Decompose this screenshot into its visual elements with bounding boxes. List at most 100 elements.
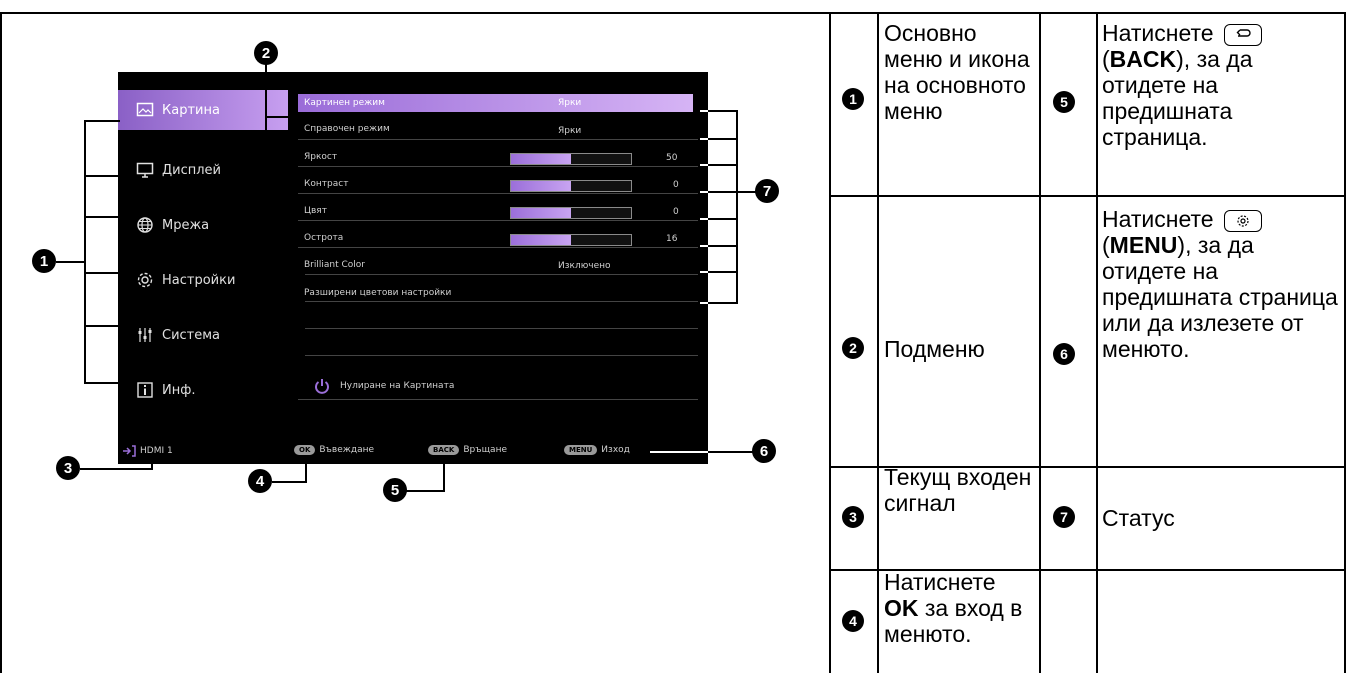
bracket-line: [700, 302, 708, 304]
legend-text-6: Натиснете (MENU), за да отидете на преди…: [1102, 206, 1338, 362]
callout-4: 4: [248, 469, 272, 493]
menu-item-label: Дисплей: [162, 162, 222, 178]
bracket-line: [650, 451, 708, 453]
bracket-line: [305, 458, 307, 483]
submenu-item-reference-mode[interactable]: Справочен режим: [304, 124, 390, 134]
bracket-line: [265, 355, 305, 357]
reset-icon: [315, 379, 329, 394]
bracket-line: [708, 451, 753, 453]
submenu-value-picture-mode: Ярки: [558, 98, 582, 108]
table-divider-col4: [1096, 12, 1098, 673]
bracket-line: [700, 164, 708, 166]
submenu-value-brilliant-color: Изключено: [558, 261, 611, 271]
callout-3: 3: [56, 456, 80, 480]
monitor-icon: [136, 161, 154, 179]
legend-number-1: 1: [842, 88, 864, 110]
reset-picture-row[interactable]: Нулиране на Картината: [314, 378, 454, 394]
bracket-line: [265, 301, 305, 303]
picture-icon: [136, 101, 154, 119]
legend-number-4: 4: [842, 610, 864, 632]
submenu-value-reference-mode: Ярки: [558, 126, 582, 136]
footer-menu[interactable]: MENU Изход: [564, 445, 630, 455]
info-icon: [136, 381, 154, 399]
menu-item-display[interactable]: Дисплей: [118, 150, 288, 190]
submenu-separator: [298, 247, 698, 248]
footer-back[interactable]: BACK Връщане: [428, 445, 507, 455]
bracket-line: [700, 191, 708, 193]
gear-icon: [136, 271, 154, 289]
submenu-item-contrast[interactable]: Контраст: [304, 179, 348, 189]
submenu-separator: [298, 301, 698, 302]
submenu-item-brightness[interactable]: Яркост: [304, 152, 337, 162]
table-divider-figure: [829, 12, 831, 673]
bracket-line: [84, 120, 120, 122]
bracket-line: [736, 191, 756, 193]
callout-7: 7: [755, 179, 779, 203]
legend-text-3: Текущ входен сигнал: [884, 464, 1032, 516]
menu-item-info[interactable]: Инф.: [118, 370, 288, 410]
menu-item-system[interactable]: Система: [118, 315, 288, 355]
callout-2: 2: [254, 41, 278, 65]
bracket-line: [265, 222, 305, 224]
legend-text-2: Подменю: [884, 336, 985, 362]
bracket-line: [84, 272, 120, 274]
bracket-line: [708, 164, 736, 166]
brightness-slider[interactable]: [510, 153, 632, 165]
bracket-line: [708, 218, 736, 220]
bracket-line: [700, 110, 708, 112]
menu-item-label: Мрежа: [162, 217, 210, 233]
globe-icon: [136, 216, 154, 234]
bracket-line: [84, 325, 120, 327]
submenu-value-sharpness: 16: [666, 234, 678, 244]
menu-item-network[interactable]: Мрежа: [118, 205, 288, 245]
submenu-value-brightness: 50: [666, 153, 678, 163]
callout-6: 6: [752, 439, 776, 463]
callout-1: 1: [32, 249, 56, 273]
footer-back-label: Връщане: [463, 445, 507, 455]
back-key-icon: [1223, 23, 1262, 46]
submenu-separator: [298, 139, 698, 140]
color-slider[interactable]: [510, 207, 632, 219]
bracket-line: [265, 64, 267, 384]
submenu-item-color[interactable]: Цвят: [304, 206, 327, 216]
legend-number-3: 3: [842, 506, 864, 528]
bracket-line: [84, 382, 120, 384]
contrast-slider[interactable]: [510, 180, 632, 192]
bracket-line: [56, 261, 86, 263]
submenu-value-contrast: 0: [673, 180, 679, 190]
reset-label: Нулиране на Картината: [340, 381, 455, 391]
bracket-line: [708, 110, 736, 112]
bracket-line: [265, 168, 305, 170]
legend-number-7: 7: [1053, 506, 1075, 528]
menu-item-label: Картина: [162, 102, 220, 118]
submenu-item-sharpness[interactable]: Острота: [304, 233, 343, 243]
menu-item-settings[interactable]: Настройки: [118, 260, 288, 300]
input-source-label: HDMI 1: [140, 446, 173, 456]
ok-key-icon: OK: [294, 445, 316, 455]
slider-fill: [511, 154, 571, 164]
sharpness-slider[interactable]: [510, 234, 632, 246]
submenu-separator: [298, 328, 698, 329]
submenu-item-brilliant-color[interactable]: Brilliant Color: [304, 260, 365, 270]
footer-ok-label: Въвеждане: [319, 445, 375, 455]
bracket-line: [708, 138, 736, 140]
callout-5: 5: [383, 478, 407, 502]
submenu-item-picture-mode[interactable]: Картинен режим: [304, 98, 385, 108]
bracket-line: [736, 110, 738, 304]
legend-text-7: Статус: [1102, 505, 1175, 531]
submenu-separator: [298, 193, 698, 194]
bracket-line: [405, 490, 445, 492]
bracket-line: [700, 138, 708, 140]
submenu-item-advanced-color[interactable]: Разширени цветови настройки: [304, 288, 451, 298]
table-divider-col3: [1039, 12, 1041, 673]
osd-footer: HDMI 1 OK Въвеждане BACK Връщане MENU Из…: [118, 438, 708, 464]
table-top-border: [0, 12, 1346, 14]
footer-ok[interactable]: OK Въвеждане: [294, 445, 374, 455]
submenu-separator: [298, 355, 698, 356]
input-source: HDMI 1: [122, 445, 173, 457]
back-key-icon: BACK: [428, 445, 460, 455]
bracket-line: [80, 468, 153, 470]
menu-item-picture[interactable]: Картина: [118, 90, 288, 130]
table-divider-col2: [877, 12, 879, 673]
slider-fill: [511, 208, 571, 218]
